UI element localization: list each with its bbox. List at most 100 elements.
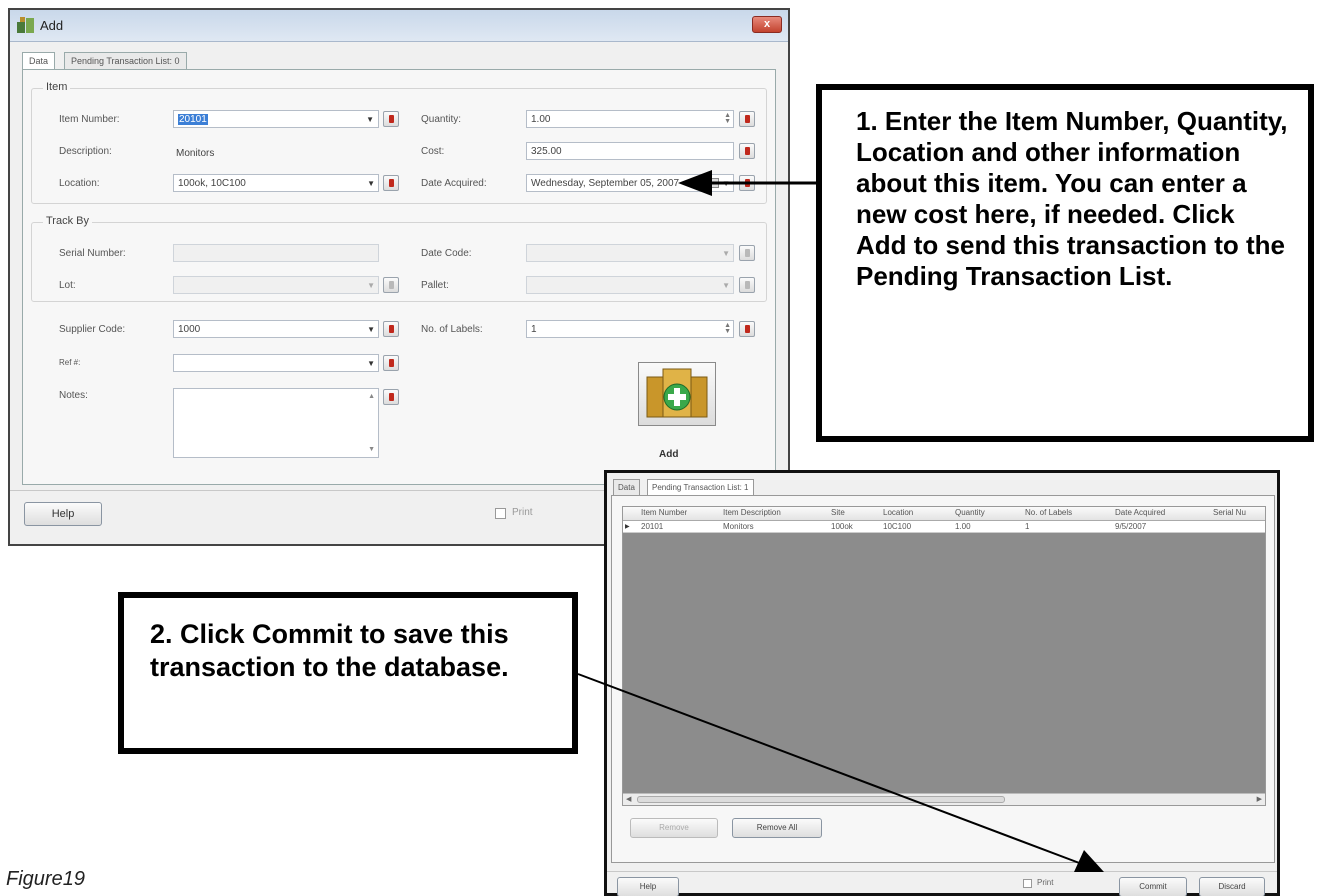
required-marker-icon — [739, 321, 755, 337]
calendar-icon[interactable] — [709, 178, 719, 188]
lot-combobox[interactable]: ▼ — [173, 276, 379, 294]
notes-textarea[interactable]: ▲ ▼ — [173, 388, 379, 458]
data-tab-panel: Item Item Number: 20101 ▼ Description: Mo… — [22, 69, 776, 485]
required-marker-icon — [383, 175, 399, 191]
add-button-label: Add — [659, 449, 679, 460]
boxes-with-plus-icon — [646, 368, 708, 418]
tab-pending-transaction-list[interactable]: Pending Transaction List: 0 — [64, 52, 187, 70]
date-acquired-picker[interactable]: Wednesday, September 05, 2007 ▼ — [526, 174, 734, 192]
required-marker-icon — [383, 355, 399, 371]
footer-divider — [607, 871, 1277, 872]
date-acquired-label: Date Acquired: — [421, 178, 487, 189]
required-marker-icon — [739, 111, 755, 127]
required-marker-icon — [739, 175, 755, 191]
title-bar: Add x — [10, 10, 788, 42]
column-header[interactable]: Item Number — [641, 508, 687, 517]
scrollbar-thumb[interactable] — [637, 796, 1005, 803]
column-header[interactable]: No. of Labels — [1025, 508, 1072, 517]
chevron-down-icon[interactable]: ▼ — [367, 281, 375, 290]
required-marker-icon — [383, 389, 399, 405]
inventory-app-icon — [17, 17, 34, 33]
figure-caption: Figure19 — [6, 868, 85, 890]
current-row-arrow-icon: ▶ — [625, 524, 630, 530]
column-header[interactable]: Quantity — [955, 508, 985, 517]
notes-label: Notes: — [59, 390, 88, 401]
scroll-up-icon[interactable]: ▲ — [368, 393, 375, 400]
cost-field[interactable]: 325.00 — [526, 142, 734, 160]
help-button[interactable]: Help — [24, 502, 102, 526]
commit-button[interactable]: Commit — [1119, 877, 1187, 896]
chevron-down-icon[interactable]: ▼ — [367, 359, 375, 368]
remove-button[interactable]: Remove — [630, 818, 718, 838]
horizontal-scrollbar[interactable]: ◀ ▶ — [623, 793, 1265, 805]
supplier-code-combobox[interactable]: 1000 ▼ — [173, 320, 379, 338]
supplier-code-label: Supplier Code: — [59, 324, 126, 335]
column-header[interactable]: Serial Nu — [1213, 508, 1265, 517]
tab-data[interactable]: Data — [22, 52, 56, 70]
no-of-labels-stepper[interactable]: 1 ▲ ▼ — [526, 320, 734, 338]
chevron-down-icon[interactable]: ▼ — [367, 325, 375, 334]
tab-pending-transaction-list[interactable]: Pending Transaction List: 1 — [647, 479, 754, 496]
location-combobox[interactable]: 100ok, 10C100 ▼ — [173, 174, 379, 192]
column-header[interactable]: Site — [831, 508, 845, 517]
table-cell: 10C100 — [883, 522, 912, 531]
column-header[interactable]: Location — [883, 508, 913, 517]
required-marker-icon — [739, 277, 755, 293]
quantity-stepper[interactable]: 1.00 ▲ ▼ — [526, 110, 734, 128]
quantity-label: Quantity: — [421, 114, 462, 125]
grid-header: Item Number Item Description Site Locati… — [623, 507, 1265, 521]
scroll-right-icon[interactable]: ▶ — [1257, 795, 1262, 803]
callout-step-2: 2. Click Commit to save this transaction… — [118, 592, 578, 754]
required-marker-icon — [739, 143, 755, 159]
description-label: Description: — [59, 146, 112, 157]
serial-number-label: Serial Number: — [59, 248, 126, 259]
date-code-label: Date Code: — [421, 248, 472, 259]
serial-number-field[interactable] — [173, 244, 379, 262]
chevron-down-icon[interactable]: ▼ — [365, 115, 375, 124]
table-cell: 20101 — [641, 522, 664, 531]
chevron-down-icon[interactable]: ▼ — [722, 281, 730, 290]
pending-tab-panel: Item Number Item Description Site Locati… — [611, 495, 1275, 863]
tab-data[interactable]: Data — [613, 479, 640, 496]
pending-transactions-grid[interactable]: Item Number Item Description Site Locati… — [622, 506, 1266, 806]
pending-transaction-window: Data Pending Transaction List: 1 Item Nu… — [604, 470, 1280, 896]
remove-all-button[interactable]: Remove All — [732, 818, 822, 838]
spinner-arrows-icon[interactable]: ▲ ▼ — [724, 112, 731, 125]
table-row[interactable]: ▶ 20101 Monitors 100ok 10C100 1.00 1 9/5… — [623, 521, 1265, 533]
discard-button[interactable]: Discard — [1199, 877, 1265, 896]
table-cell: 100ok — [831, 522, 853, 531]
window-title: Add — [40, 18, 64, 33]
no-of-labels-label: No. of Labels: — [421, 324, 483, 335]
print-checkbox[interactable] — [495, 508, 506, 519]
close-button[interactable]: x — [752, 16, 782, 33]
spinner-arrows-icon[interactable]: ▲ ▼ — [724, 322, 731, 335]
pallet-combobox[interactable]: ▼ — [526, 276, 734, 294]
print-checkbox[interactable] — [1023, 879, 1032, 888]
callout-step-1: 1. Enter the Item Number, Quantity, Loca… — [816, 84, 1314, 442]
ref-combobox[interactable]: ▼ — [173, 354, 379, 372]
table-cell: Monitors — [723, 522, 754, 531]
item-number-combobox[interactable]: 20101 ▼ — [173, 110, 379, 128]
chevron-down-icon[interactable]: ▼ — [722, 249, 730, 258]
callout-step-2-text: 2. Click Commit to save this transaction… — [150, 619, 509, 682]
add-window: Add x Data Pending Transaction List: 0 I… — [8, 8, 790, 546]
add-button[interactable] — [638, 362, 716, 426]
column-header[interactable]: Item Description — [723, 508, 781, 517]
ref-label: Ref #: — [59, 358, 81, 367]
chevron-down-icon[interactable]: ▼ — [367, 179, 375, 188]
scroll-left-icon[interactable]: ◀ — [626, 795, 631, 803]
scroll-down-icon[interactable]: ▼ — [368, 446, 375, 453]
pallet-label: Pallet: — [421, 280, 449, 291]
required-marker-icon — [383, 111, 399, 127]
track-by-group-label: Track By — [43, 215, 92, 227]
required-marker-icon — [739, 245, 755, 261]
item-number-label: Item Number: — [59, 114, 120, 125]
date-code-combobox[interactable]: ▼ — [526, 244, 734, 262]
table-cell: 1 — [1025, 522, 1030, 531]
cost-label: Cost: — [421, 146, 445, 157]
help-button[interactable]: Help — [617, 877, 679, 896]
required-marker-icon — [383, 321, 399, 337]
column-header[interactable]: Date Acquired — [1115, 508, 1165, 517]
table-cell: 9/5/2007 — [1115, 522, 1147, 531]
chevron-down-icon[interactable]: ▼ — [722, 179, 730, 188]
